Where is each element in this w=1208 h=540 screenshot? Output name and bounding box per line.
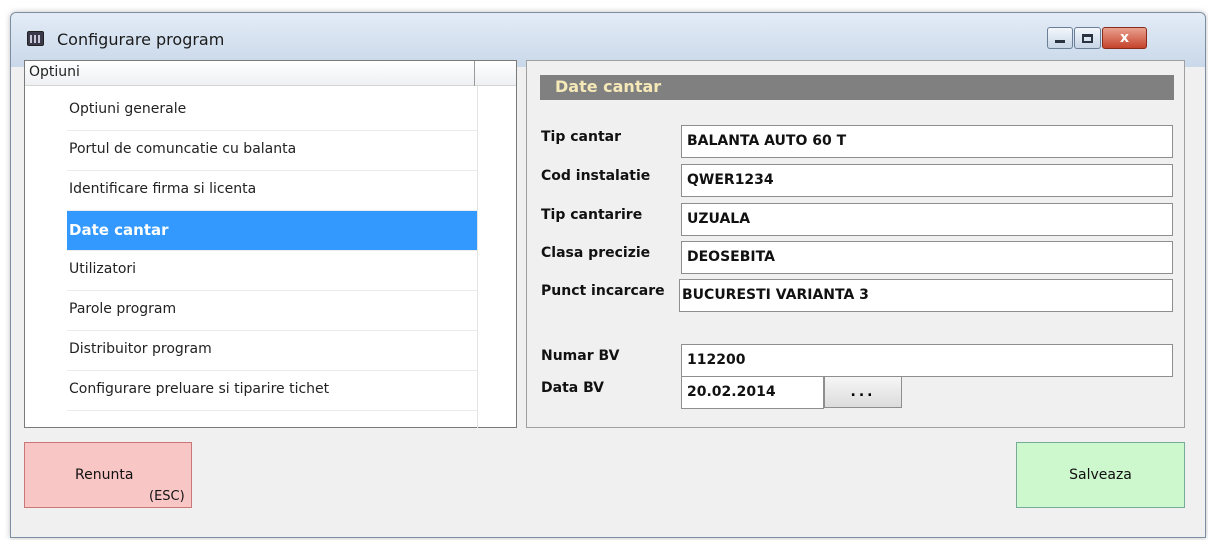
numar-bv-field[interactable]: 112200 xyxy=(681,344,1173,377)
cancel-shortcut-hint: (ESC) xyxy=(149,489,185,504)
numar-bv-label: Numar BV xyxy=(541,348,620,364)
list-column-header[interactable]: Optiuni xyxy=(25,61,475,86)
list-header: Optiuni xyxy=(25,61,516,86)
list-item-parole-program[interactable]: Parole program xyxy=(67,291,477,331)
data-bv-field[interactable]: 20.02.2014 xyxy=(681,376,824,409)
tip-cantar-field[interactable]: BALANTA AUTO 60 T xyxy=(681,125,1173,158)
maximize-icon xyxy=(1082,33,1093,43)
tip-cantarire-field[interactable]: UZUALA xyxy=(681,203,1173,236)
title-bar[interactable]: Configurare program x xyxy=(11,13,1205,67)
app-calculator-icon xyxy=(27,31,44,46)
save-button-label: Salveaza xyxy=(1069,467,1132,483)
minimize-button[interactable] xyxy=(1047,27,1073,49)
tip-cantar-label: Tip cantar xyxy=(541,129,622,145)
list-item-utilizatori[interactable]: Utilizatori xyxy=(67,251,477,291)
list-column-divider xyxy=(477,86,478,428)
clasa-precizie-field[interactable]: DEOSEBITA xyxy=(681,241,1173,274)
list-item-optiuni-generale[interactable]: Optiuni generale xyxy=(67,91,477,131)
options-list: Optiuni Optiuni generale Portul de comun… xyxy=(24,60,517,428)
close-button[interactable]: x xyxy=(1102,27,1147,49)
tip-cantarire-label: Tip cantarire xyxy=(541,207,643,223)
list-item-identificare-firma[interactable]: Identificare firma si licenta xyxy=(67,171,477,211)
cancel-button[interactable]: Renunta (ESC) xyxy=(24,442,192,508)
window-title: Configurare program xyxy=(57,30,225,49)
punct-incarcare-label: Punct incarcare xyxy=(541,283,665,299)
cod-instalatie-label: Cod instalatie xyxy=(541,168,651,184)
clasa-precizie-label: Clasa precizie xyxy=(541,245,651,261)
list-item-distribuitor-program[interactable]: Distribuitor program xyxy=(67,331,477,371)
list-item-configurare-tichet[interactable]: Configurare preluare si tiparire tichet xyxy=(67,371,477,411)
list-item-date-cantar[interactable]: Date cantar xyxy=(67,211,477,251)
close-icon: x xyxy=(1119,30,1130,46)
details-panel: Date cantar Tip cantar BALANTA AUTO 60 T… xyxy=(526,60,1185,428)
data-bv-label: Data BV xyxy=(541,380,605,396)
list-item-portul-comunicatie[interactable]: Portul de comuncatie cu balanta xyxy=(67,131,477,171)
date-picker-button[interactable]: ... xyxy=(824,376,902,408)
minimize-icon xyxy=(1055,39,1065,43)
maximize-button[interactable] xyxy=(1074,27,1101,49)
section-title: Date cantar xyxy=(540,75,1174,100)
punct-incarcare-field[interactable]: BUCURESTI VARIANTA 3 xyxy=(679,279,1173,312)
cod-instalatie-field[interactable]: QWER1234 xyxy=(681,164,1173,197)
save-button[interactable]: Salveaza xyxy=(1016,442,1185,508)
cancel-button-label: Renunta xyxy=(75,467,134,483)
